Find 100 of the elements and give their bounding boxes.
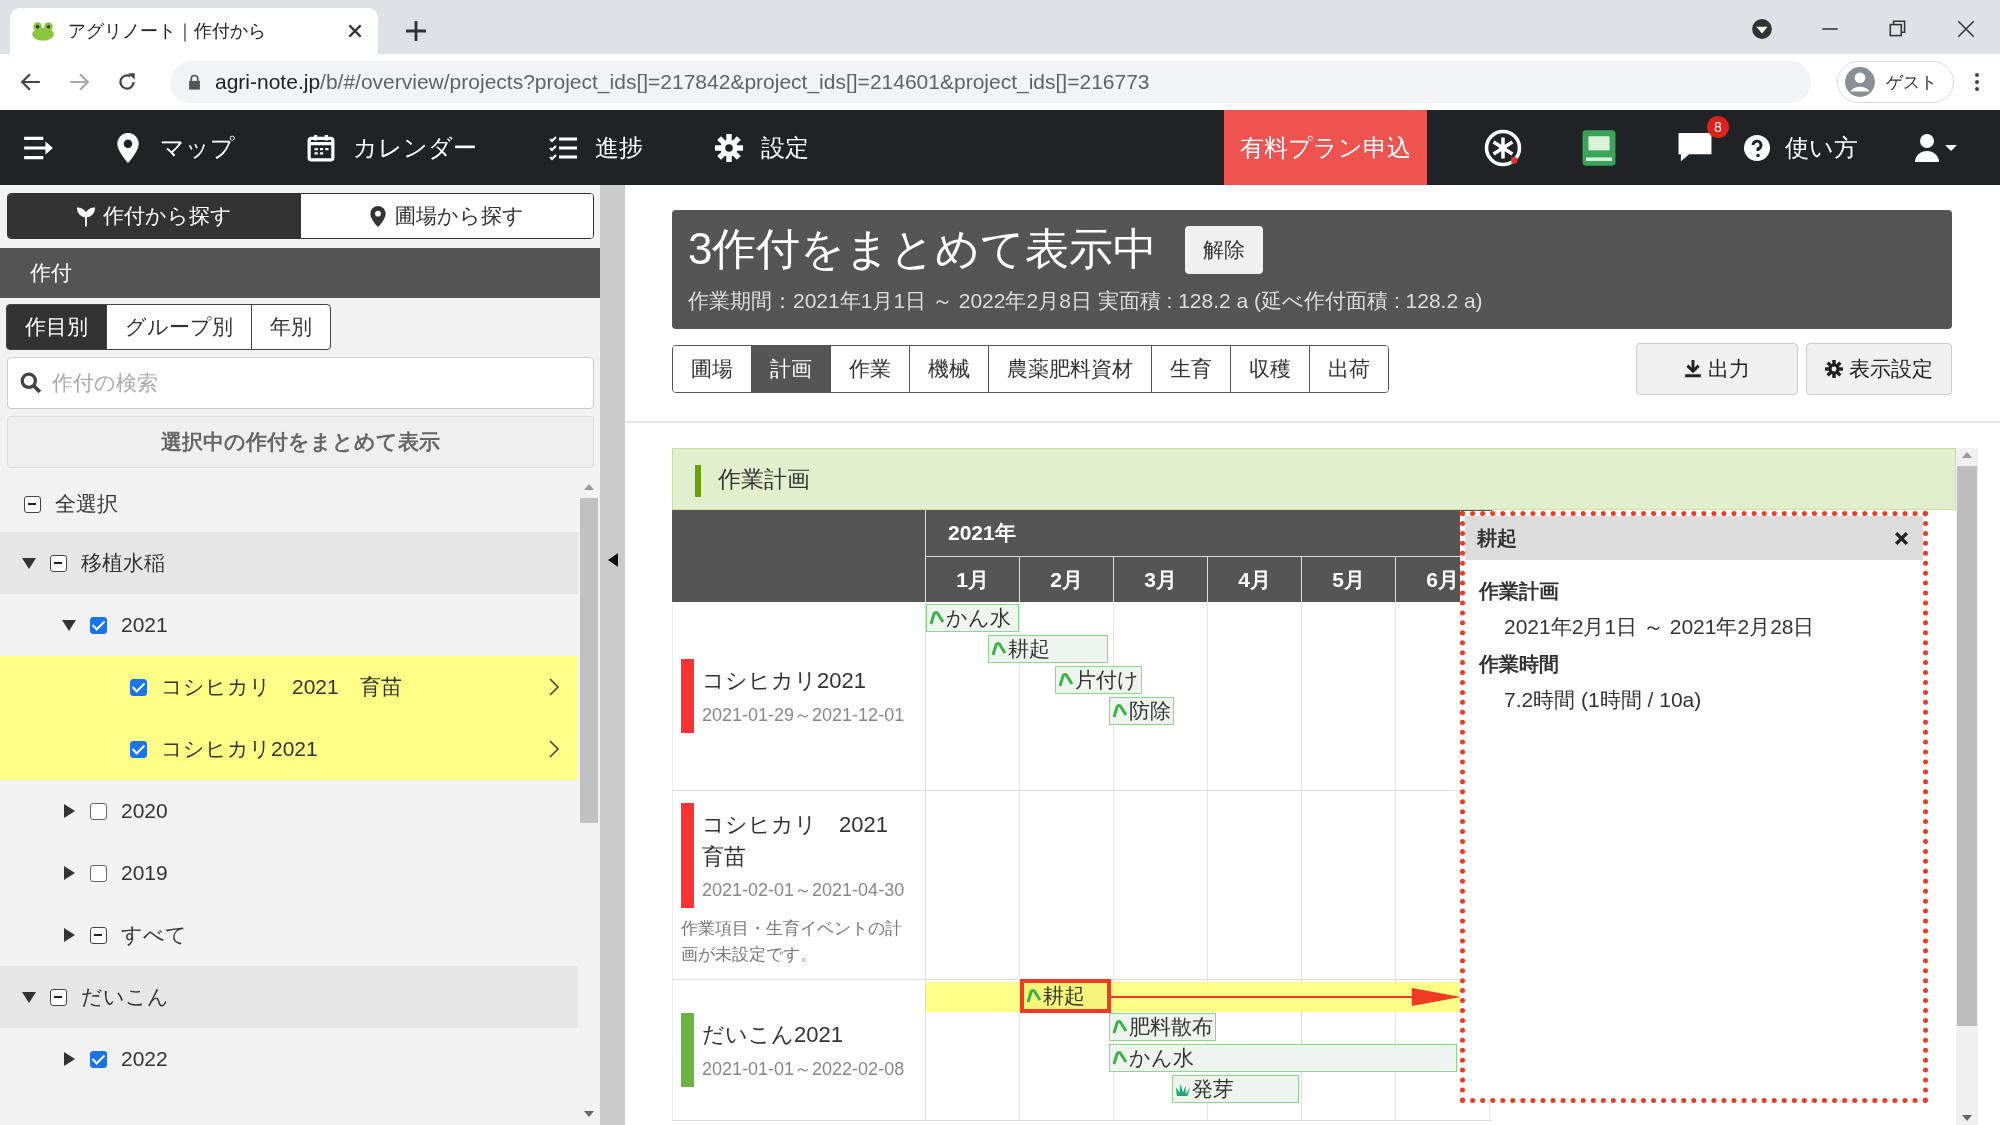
section-header: 作付 — [0, 248, 600, 298]
more-icon[interactable] — [1974, 71, 1980, 93]
asterisk-icon[interactable] — [1483, 127, 1523, 168]
download-icon — [1684, 360, 1702, 378]
tree-item[interactable]: 2019 — [121, 861, 560, 885]
popup-title: 耕起 — [1477, 525, 1517, 551]
checkbox[interactable] — [90, 1050, 107, 1068]
new-tab-icon[interactable] — [406, 21, 426, 41]
dropdown-icon[interactable] — [1751, 18, 1773, 40]
lock-icon — [188, 74, 201, 90]
calendar-icon — [307, 132, 335, 163]
chevron-right-icon[interactable] — [548, 677, 560, 697]
close-icon[interactable] — [1955, 18, 1977, 40]
sprout-icon — [1112, 703, 1129, 719]
tree-item[interactable]: 2021 — [121, 613, 560, 637]
display-settings-button[interactable]: 表示設定 — [1806, 343, 1952, 395]
export-button[interactable]: 出力 — [1636, 343, 1798, 395]
checkbox[interactable] — [50, 554, 67, 572]
crop-name[interactable]: コシヒカリ2021 — [702, 665, 892, 697]
nav-link[interactable]: 進捗 — [549, 131, 643, 164]
tab-title: アグリノート｜作付から — [68, 20, 267, 43]
month-header: 5月 — [1302, 557, 1396, 602]
task-bar[interactable]: 耕起 — [1020, 979, 1112, 1013]
nav-link[interactable]: カレンダー — [307, 131, 477, 164]
month-header: 2月 — [1020, 557, 1114, 602]
task-bar[interactable]: 耕起 — [988, 635, 1109, 663]
sprout-icon — [929, 610, 945, 626]
tree-item[interactable]: すべて — [121, 921, 560, 949]
task-bar[interactable]: 片付け — [1054, 666, 1142, 694]
crop-period: 2021-01-01～2022-02-08 — [702, 1057, 905, 1081]
collapse-icon[interactable] — [22, 556, 36, 570]
task-bar[interactable]: かん水 — [1109, 1044, 1458, 1072]
collapse-icon[interactable] — [22, 990, 36, 1004]
checkbox[interactable] — [130, 678, 147, 696]
search-mode-tab[interactable]: 圃場から探す — [300, 194, 593, 238]
crop-name[interactable]: コシヒカリ 2021 育苗 — [702, 808, 892, 873]
notification-badge: 8 — [1707, 115, 1729, 138]
expand-icon[interactable] — [62, 928, 76, 942]
tab[interactable]: 出荷 — [1309, 346, 1388, 392]
scroll-up-icon[interactable] — [584, 484, 594, 490]
checkbox[interactable] — [50, 988, 67, 1006]
sprout-icon — [991, 641, 1008, 657]
help-icon — [1743, 132, 1771, 163]
section-title: 作業計画 — [672, 448, 1956, 510]
sprout-icon — [1026, 988, 1042, 1004]
close-icon[interactable] — [348, 24, 362, 38]
scroll-thumb[interactable] — [1957, 466, 1977, 1026]
checkbox[interactable] — [90, 616, 107, 634]
note-text: 作業項目・生育イベントの計画が未設定です。 — [681, 918, 903, 966]
search-mode-tab[interactable]: 作付から探す — [8, 194, 301, 238]
collapse-left-icon[interactable] — [607, 553, 618, 567]
pin-icon — [114, 132, 142, 163]
close-icon[interactable] — [1894, 530, 1909, 546]
task-bar[interactable]: 発芽 — [1172, 1075, 1300, 1103]
crop-period: 2021-01-29～2021-12-01 — [702, 703, 905, 727]
select-all-label[interactable]: 全選択 — [55, 490, 560, 518]
summary-text: 作業期間：2021年1月1日 ～ 2022年2月8日 実面積 : 128.2 a (延べ作付面積 : 128.2 a) — [688, 288, 1484, 314]
collapse-icon[interactable] — [62, 618, 76, 632]
popup-heading: 作業時間 — [1479, 652, 1560, 677]
nav-link[interactable]: 設定 — [715, 131, 809, 164]
scroll-down-icon[interactable] — [1962, 1115, 1972, 1121]
show-selected-button[interactable]: 選択中の作付をまとめて表示 — [7, 416, 594, 468]
nav-link[interactable]: マップ — [114, 131, 235, 164]
checkbox[interactable] — [90, 926, 107, 944]
popup-value: 2021年2月1日 ～ 2021年2月28日 — [1503, 614, 1816, 640]
tree-item[interactable]: 2022 — [121, 1047, 560, 1071]
sprout-icon — [76, 205, 95, 227]
help-link[interactable]: 使い方 — [1743, 131, 1858, 164]
user-menu-icon[interactable] — [1914, 132, 1958, 163]
expand-icon[interactable] — [62, 804, 76, 818]
sprout-icon — [1112, 1050, 1129, 1066]
task-bar[interactable]: 肥料散布 — [1109, 1013, 1217, 1041]
gear-icon — [715, 132, 743, 163]
month-header: 1月 — [926, 557, 1020, 602]
scroll-down-icon[interactable] — [584, 1111, 594, 1117]
scroll-thumb[interactable] — [580, 498, 598, 823]
checkbox[interactable] — [90, 802, 107, 820]
grass-icon — [1175, 1081, 1192, 1097]
month-header: 4月 — [1208, 557, 1302, 602]
tab[interactable]: 計画 — [751, 346, 830, 392]
crop-name[interactable]: だいこん2021 — [702, 1019, 892, 1051]
tree-item[interactable]: 2020 — [121, 799, 560, 823]
expand-icon[interactable] — [62, 1052, 76, 1066]
release-button[interactable]: 解除 — [1185, 225, 1264, 274]
task-bar[interactable]: 防除 — [1109, 697, 1175, 725]
chevron-right-icon[interactable] — [548, 739, 560, 759]
search-field[interactable]: 作付の検索 — [7, 357, 594, 409]
view-tab[interactable]: 作目別 — [6, 304, 107, 350]
checkbox[interactable] — [24, 495, 41, 513]
view-tab[interactable]: 年別 — [251, 304, 331, 350]
browser-tab[interactable]: アグリノート｜作付から — [10, 8, 378, 54]
reload-icon[interactable] — [116, 71, 138, 93]
checkbox[interactable] — [90, 864, 107, 882]
address-field[interactable]: agri-note.jp/b/#/overview/projects?project_ids[]=217842&project_ids[]=214601&project_ids[]=216773 — [170, 61, 1811, 103]
view-tab[interactable]: グループ別 — [106, 304, 252, 350]
expand-icon[interactable] — [62, 866, 76, 880]
back-icon[interactable] — [20, 71, 42, 93]
task-bar[interactable]: かん水 — [926, 604, 1020, 632]
menu-icon[interactable] — [22, 134, 54, 161]
checkbox[interactable] — [130, 740, 147, 758]
